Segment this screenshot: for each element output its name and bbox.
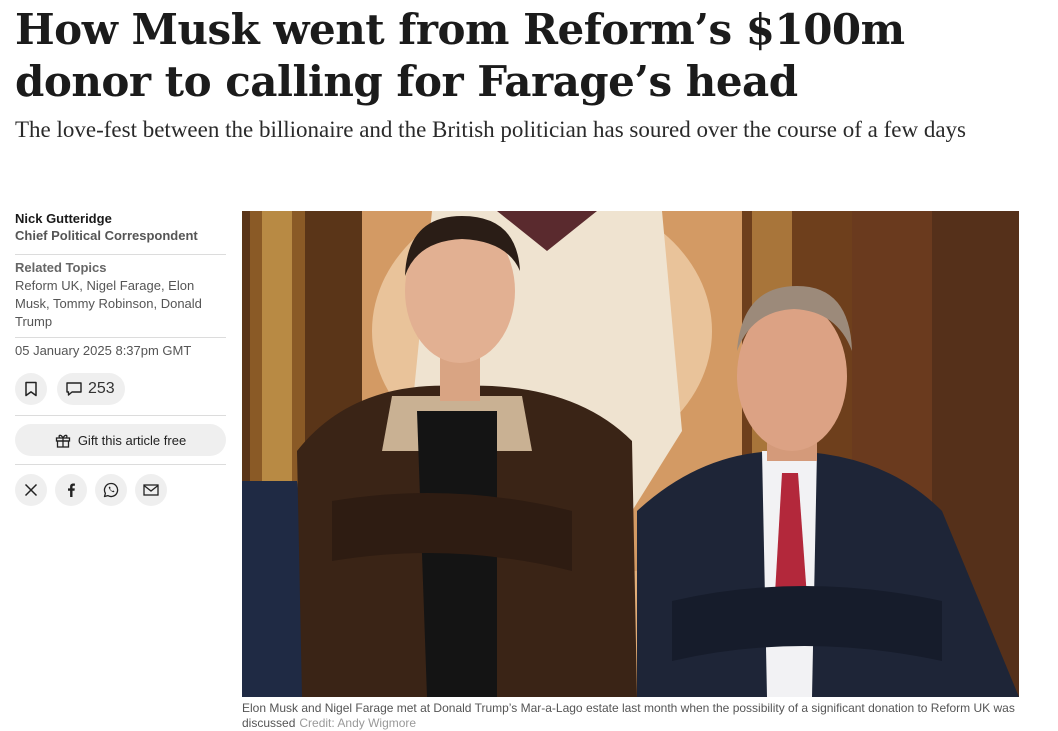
divider — [15, 464, 226, 465]
facebook-icon — [68, 483, 75, 497]
share-email-button[interactable] — [135, 474, 167, 506]
comments-count: 253 — [88, 380, 115, 397]
article-lead-photo — [242, 211, 1019, 697]
email-icon — [143, 484, 159, 496]
related-topics-list[interactable]: Reform UK, Nigel Farage, Elon Musk, Tomm… — [15, 277, 226, 331]
whatsapp-icon — [103, 482, 119, 498]
article-standfirst: The love-fest between the billionaire an… — [15, 117, 966, 142]
bookmark-button[interactable] — [15, 373, 47, 405]
bookmark-icon — [25, 381, 37, 397]
share-x-button[interactable] — [15, 474, 47, 506]
share-facebook-button[interactable] — [55, 474, 87, 506]
author-name[interactable]: Nick Gutteridge — [15, 210, 226, 228]
related-topics-title: Related Topics — [15, 260, 107, 275]
share-whatsapp-button[interactable] — [95, 474, 127, 506]
gift-article-button[interactable]: Gift this article free — [15, 424, 226, 456]
divider — [15, 254, 226, 255]
gift-icon — [55, 434, 70, 448]
author-role: Chief Political Correspondent — [15, 228, 198, 243]
divider — [15, 415, 226, 416]
share-buttons — [15, 474, 226, 506]
photo-credit: Credit: Andy Wigmore — [299, 716, 417, 730]
article-headline: How Musk went from Reform’s $100m donor … — [15, 5, 905, 106]
x-icon — [24, 483, 38, 497]
publish-date: 05 January 2025 8:37pm GMT — [15, 343, 192, 358]
gift-article-label: Gift this article free — [77, 432, 187, 448]
photo-illustration — [242, 211, 1019, 697]
comments-button[interactable]: 253 — [57, 373, 125, 405]
photo-caption: Elon Musk and Nigel Farage met at Donald… — [242, 701, 1019, 731]
article-meta-sidebar: Nick Gutteridge Chief Political Correspo… — [15, 208, 226, 506]
comment-icon — [66, 382, 82, 396]
article-actions: 253 — [15, 372, 226, 406]
divider — [15, 337, 226, 338]
